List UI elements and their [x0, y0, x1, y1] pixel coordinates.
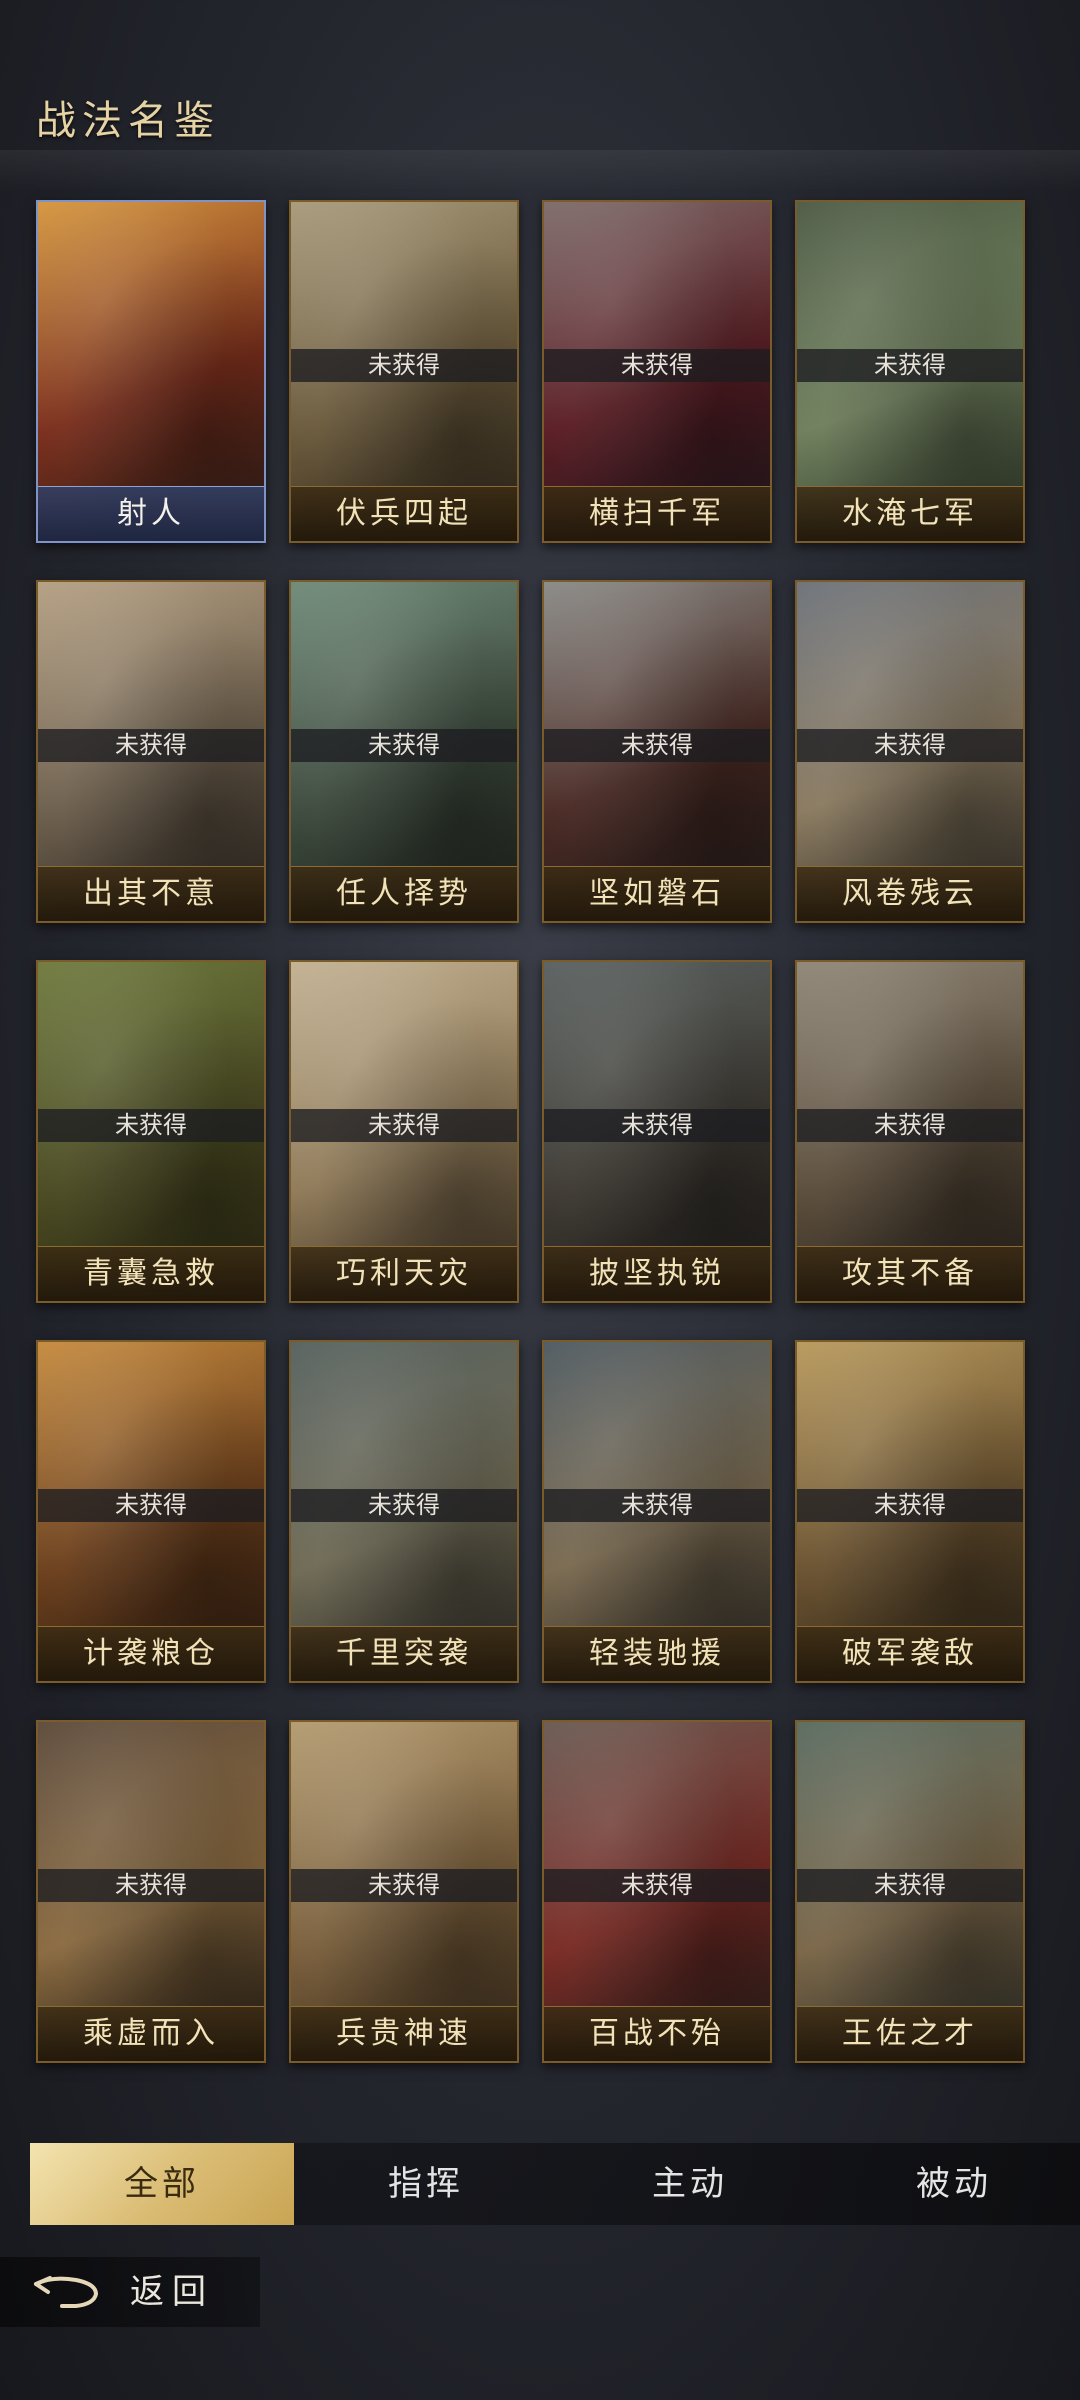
tactic-card[interactable]: 未获得 乘虚而入 [36, 1720, 266, 2063]
tactic-status-badge: 未获得 [38, 1109, 264, 1142]
tactic-status-badge: 未获得 [797, 1109, 1023, 1142]
tactic-card[interactable]: 未获得 水淹七军 [795, 200, 1025, 543]
tactic-card[interactable]: 未获得 百战不殆 [542, 1720, 772, 2063]
tactic-card-name: 王佐之才 [797, 2006, 1023, 2061]
tactic-card[interactable]: 未获得 破军袭敌 [795, 1340, 1025, 1683]
tactic-card-name: 水淹七军 [797, 486, 1023, 541]
tactic-status-badge: 未获得 [797, 349, 1023, 382]
tactic-card[interactable]: 未获得 攻其不备 [795, 960, 1025, 1303]
title-ink-band [0, 150, 1080, 190]
tactic-status-badge: 未获得 [797, 1489, 1023, 1522]
tactic-card[interactable]: 射人 [36, 200, 266, 543]
tab-active[interactable]: 主动 [558, 2143, 822, 2225]
tactic-status-badge: 未获得 [291, 1869, 517, 1902]
tactic-card-name: 计袭粮仓 [38, 1626, 264, 1681]
tactic-card-name: 攻其不备 [797, 1246, 1023, 1301]
tactic-card[interactable]: 未获得 巧利天灾 [289, 960, 519, 1303]
tactic-card-name: 出其不意 [38, 866, 264, 921]
tactic-status-badge: 未获得 [38, 1489, 264, 1522]
tactic-status-badge: 未获得 [544, 1869, 770, 1902]
back-button-label: 返回 [130, 2272, 214, 2312]
tab-passive[interactable]: 被动 [822, 2143, 1080, 2225]
tactic-card-grid: 射人 未获得 伏兵四起 未获得 横扫千军 未获得 水淹七军 未获得 出其不意 未获得 任人择势 未获得… [36, 200, 1025, 2063]
tactic-card-name: 坚如磐石 [544, 866, 770, 921]
page-title: 战法名鉴 [36, 98, 220, 144]
tactic-card-name: 破军袭敌 [797, 1626, 1023, 1681]
tactic-card[interactable]: 未获得 千里突袭 [289, 1340, 519, 1683]
tactic-card-name: 风卷残云 [797, 866, 1023, 921]
tactic-card[interactable]: 未获得 横扫千军 [542, 200, 772, 543]
tactic-status-badge: 未获得 [544, 1489, 770, 1522]
tactic-card-name: 兵贵神速 [291, 2006, 517, 2061]
tactic-card-name: 射人 [38, 486, 264, 541]
tactic-status-badge: 未获得 [291, 349, 517, 382]
tactic-card[interactable]: 未获得 出其不意 [36, 580, 266, 923]
tab-command[interactable]: 指挥 [294, 2143, 558, 2225]
tactic-card-name: 乘虚而入 [38, 2006, 264, 2061]
tactic-card-name: 千里突袭 [291, 1626, 517, 1681]
tactic-status-badge: 未获得 [291, 1489, 517, 1522]
tactic-card[interactable]: 未获得 王佐之才 [795, 1720, 1025, 2063]
tactic-status-badge: 未获得 [544, 1109, 770, 1142]
tactic-card[interactable]: 未获得 青囊急救 [36, 960, 266, 1303]
tactic-card-name: 伏兵四起 [291, 486, 517, 541]
tactic-status-badge: 未获得 [797, 729, 1023, 762]
tactic-status-badge: 未获得 [291, 729, 517, 762]
tactic-card[interactable]: 未获得 计袭粮仓 [36, 1340, 266, 1683]
tactic-status-badge: 未获得 [38, 729, 264, 762]
tactic-card-name: 巧利天灾 [291, 1246, 517, 1301]
tactic-card-name: 任人择势 [291, 866, 517, 921]
tactic-card[interactable]: 未获得 伏兵四起 [289, 200, 519, 543]
tactic-status-badge: 未获得 [544, 349, 770, 382]
tactic-card-name: 百战不殆 [544, 2006, 770, 2061]
tactic-card-name: 轻装驰援 [544, 1626, 770, 1681]
back-button[interactable]: 返回 [0, 2257, 260, 2327]
back-arrow-icon [34, 2276, 99, 2308]
tactic-card[interactable]: 未获得 坚如磐石 [542, 580, 772, 923]
tactic-card-name: 披坚执锐 [544, 1246, 770, 1301]
tactic-card[interactable]: 未获得 任人择势 [289, 580, 519, 923]
tactic-status-badge: 未获得 [797, 1869, 1023, 1902]
filter-tab-bar: 全部 指挥 主动 被动 [30, 2143, 1080, 2225]
tactic-status-badge: 未获得 [544, 729, 770, 762]
tactic-status-badge: 未获得 [291, 1109, 517, 1142]
tactic-card[interactable]: 未获得 风卷残云 [795, 580, 1025, 923]
tactic-card-name: 横扫千军 [544, 486, 770, 541]
tactic-card[interactable]: 未获得 披坚执锐 [542, 960, 772, 1303]
tactic-card-name: 青囊急救 [38, 1246, 264, 1301]
tactic-card[interactable]: 未获得 轻装驰援 [542, 1340, 772, 1683]
tactic-status-badge: 未获得 [38, 1869, 264, 1902]
tactic-card[interactable]: 未获得 兵贵神速 [289, 1720, 519, 2063]
tab-all[interactable]: 全部 [30, 2143, 294, 2225]
